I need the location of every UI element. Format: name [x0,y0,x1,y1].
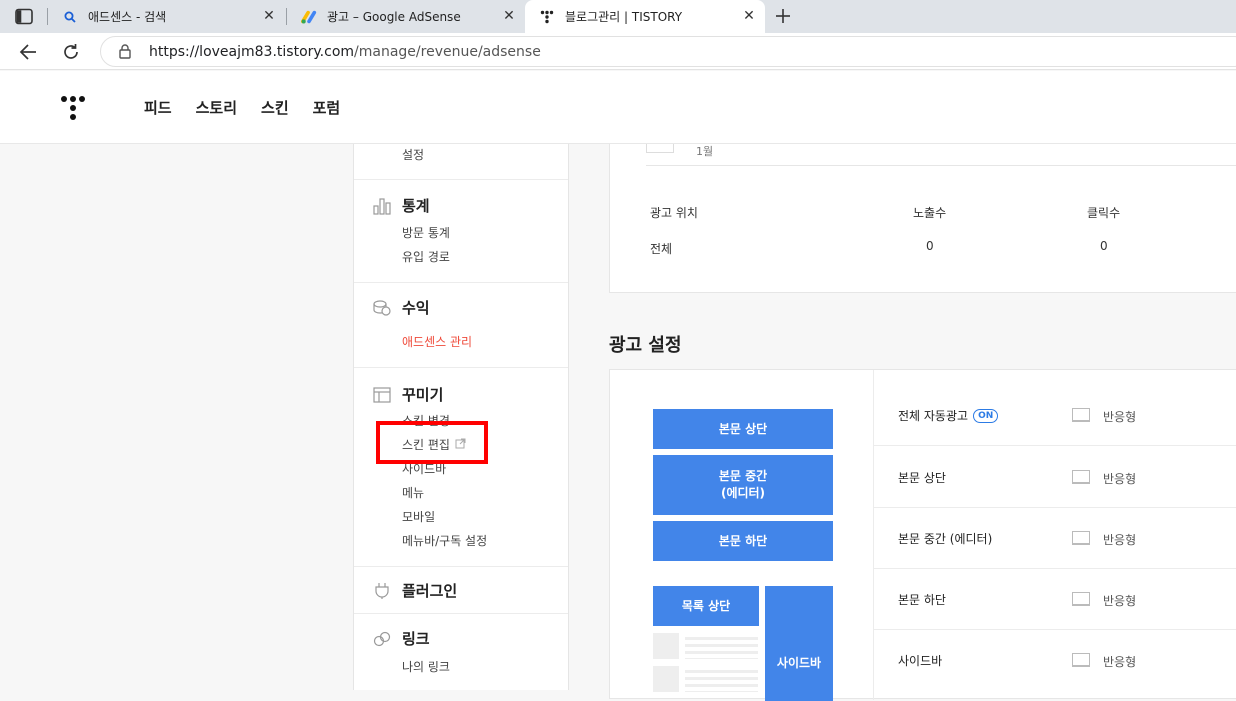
preview-body-top[interactable]: 본문 상단 [653,409,833,449]
setting-label: 사이드바 [898,654,943,668]
preview-body-middle[interactable]: 본문 중간 (에디터) [653,455,833,515]
browser-tab-bar: 애드센스 - 검색 ✕ 광고 – Google AdSense ✕ 블로그관리 … [0,0,1236,33]
url-input[interactable]: https://loveajm83.tistory.com/manage/rev… [100,36,1236,67]
list-placeholder-thumb [653,633,679,659]
sidebar-item-menubar[interactable]: 메뉴바/구독 설정 [402,532,487,549]
reload-icon[interactable] [58,39,84,65]
column-clicks: 클릭수 [1087,206,1121,220]
responsive-label: 반응형 [1103,410,1137,424]
setting-label: 본문 중간 (에디터) [898,532,993,546]
sidebar-item-menu[interactable]: 메뉴 [402,484,424,501]
preview-panel: 본문 상단 본문 중간 (에디터) 본문 하단 목록 상단 사이드바 [610,370,874,701]
month-label: 1월 [696,145,714,158]
adsense-logo-icon [301,9,317,25]
tab-tistory-manage[interactable]: 블로그관리 | TISTORY ✕ [525,0,765,33]
setting-row-sidebar: 사이드바 반응형 [874,630,1236,691]
address-bar-area: https://loveajm83.tistory.com/manage/rev… [0,33,1236,70]
bar-chart-icon [372,196,392,216]
ad-settings-title: 광고 설정 [609,335,682,356]
top-nav: 피드 스토리 스킨 포럼 [144,97,340,118]
setting-row-body-top: 본문 상단 반응형 [874,447,1236,508]
nav-story[interactable]: 스토리 [196,97,237,118]
row-total-label: 전체 [650,242,673,256]
tab-google-adsense[interactable]: 광고 – Google AdSense ✕ [287,0,525,33]
nav-forum[interactable]: 포럼 [313,97,341,118]
sidebar-item-settings[interactable]: 설정 [402,146,424,163]
back-icon[interactable] [15,39,41,65]
setting-row-body-bottom: 본문 하단 반응형 [874,569,1236,630]
responsive-toggle[interactable] [1072,653,1090,667]
setting-row-auto-ads: 전체 자동광고 ON 반응형 [874,385,1236,446]
link-icon [372,629,392,649]
sidebar-heading-plugin[interactable]: 플러그인 [372,580,457,601]
month-chevron-button[interactable] [646,144,674,153]
on-badge: ON [973,408,999,423]
lock-icon[interactable] [119,44,131,63]
ad-settings-card: 본문 상단 본문 중간 (에디터) 본문 하단 목록 상단 사이드바 전체 자동… [609,369,1236,701]
setting-label: 전체 자동광고 ON [898,407,999,424]
layout-icon [372,385,392,405]
close-tab-icon[interactable]: ✕ [741,8,757,24]
sidebar-group-stats: 통계 방문 통계 유입 경로 [354,180,568,283]
sidebar-group-plugin: 플러그인 [354,567,568,614]
nav-feed[interactable]: 피드 [144,97,172,118]
stats-card: 1월 광고 위치 노출수 클릭수 전체 0 0 [609,144,1236,293]
setting-row-body-middle: 본문 중간 (에디터) 반응형 [874,508,1236,569]
responsive-label: 반응형 [1103,533,1137,547]
tistory-icon [539,9,555,25]
sidebar-heading-link[interactable]: 링크 [372,628,430,649]
responsive-toggle[interactable] [1072,408,1090,422]
responsive-toggle[interactable] [1072,470,1090,484]
tistory-logo-icon[interactable] [60,95,86,121]
sidebar-item-adsense[interactable]: 애드센스 관리 [402,333,472,350]
sidebar-item-my-link[interactable]: 나의 링크 [402,658,450,675]
tab-title: 블로그관리 | TISTORY [565,10,683,24]
column-impressions: 노출수 [913,206,947,220]
list-placeholder-thumb [653,666,679,692]
row-total-clicks: 0 [1100,239,1108,253]
manage-sidebar: 설정 통계 방문 통계 유입 경로 수익 애드센스 관리 꾸미기 스킨 변경 스… [353,144,569,690]
setting-label: 본문 하단 [898,593,946,607]
list-placeholder-lines [685,666,758,692]
setting-label: 본문 상단 [898,471,946,485]
list-placeholder-lines [685,633,758,659]
responsive-label: 반응형 [1103,655,1137,669]
sidebar-group-decorate: 꾸미기 스킨 변경 스킨 편집 사이드바 메뉴 모바일 메뉴바/구독 설정 [354,368,568,567]
sidebar-item-referrer[interactable]: 유입 경로 [402,248,450,265]
sidebar-heading-revenue[interactable]: 수익 [372,297,430,318]
tab-title: 애드센스 - 검색 [88,10,167,24]
preview-sidebar[interactable]: 사이드바 [765,586,833,701]
responsive-toggle[interactable] [1072,531,1090,545]
plug-icon [372,581,392,601]
responsive-toggle[interactable] [1072,592,1090,606]
divider [646,165,1236,166]
tab-adsense-search[interactable]: 애드센스 - 검색 ✕ [48,0,285,33]
close-tab-icon[interactable]: ✕ [501,8,517,24]
new-tab-icon[interactable] [773,6,793,26]
search-icon [62,9,78,25]
highlight-box [376,421,488,464]
url-text: https://loveajm83.tistory.com/manage/rev… [149,44,541,60]
main-content: 1월 광고 위치 노출수 클릭수 전체 0 0 광고 설정 본문 상단 본문 중… [570,144,1236,701]
sidebar-item-visit-stats[interactable]: 방문 통계 [402,224,450,241]
sidebar-group-settings: 설정 [354,144,568,180]
preview-list-top[interactable]: 목록 상단 [653,586,759,626]
responsive-label: 반응형 [1103,472,1137,486]
sidebar-group-revenue: 수익 애드센스 관리 [354,283,568,368]
coins-icon [372,298,392,318]
close-tab-icon[interactable]: ✕ [261,8,277,24]
site-header: 피드 스토리 스킨 포럼 [0,71,1236,144]
nav-skin[interactable]: 스킨 [261,97,289,118]
responsive-label: 반응형 [1103,594,1137,608]
preview-body-bottom[interactable]: 본문 하단 [653,521,833,561]
sidebar-group-link: 링크 나의 링크 [354,614,568,690]
column-ad-position: 광고 위치 [650,206,698,220]
tab-title: 광고 – Google AdSense [327,10,461,24]
sidebar-heading-stats[interactable]: 통계 [372,195,430,216]
sidebar-toggle-icon[interactable] [15,8,33,25]
row-total-impressions: 0 [926,239,934,253]
sidebar-item-mobile[interactable]: 모바일 [402,508,435,525]
sidebar-heading-decorate[interactable]: 꾸미기 [372,384,443,405]
